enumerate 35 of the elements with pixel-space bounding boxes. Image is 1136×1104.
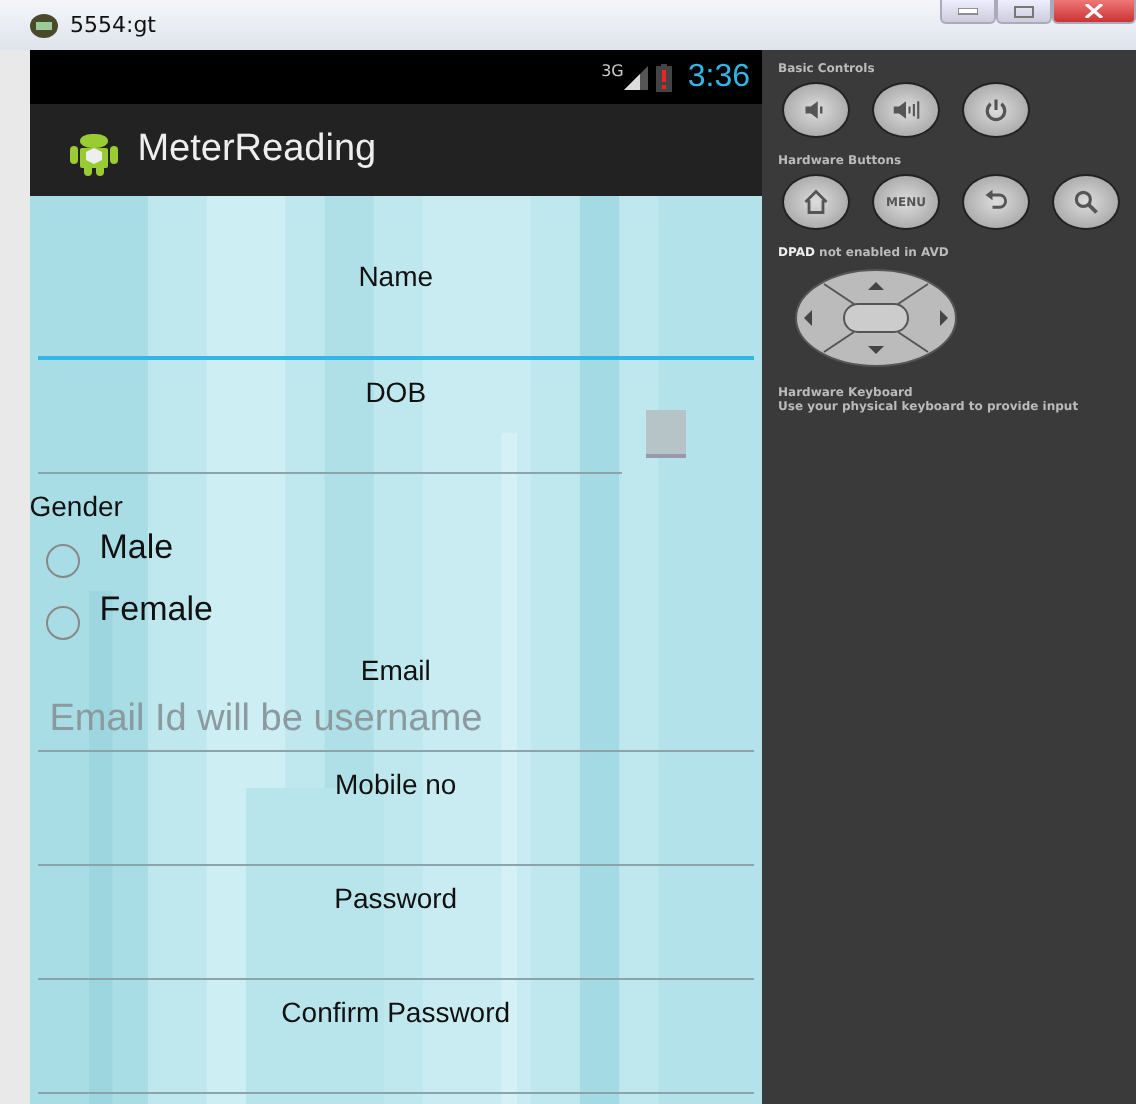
group-label: Gender xyxy=(29,490,123,522)
radio-label: Male xyxy=(99,527,174,567)
volume-down-button[interactable] xyxy=(782,82,850,138)
input-field[interactable]: Email Id will be username xyxy=(37,690,754,752)
volume-up-button[interactable] xyxy=(872,82,940,138)
search-button[interactable] xyxy=(1052,174,1120,230)
field-label: Password xyxy=(334,880,458,918)
network-type: 3G xyxy=(601,62,624,80)
radio-button[interactable] xyxy=(45,606,80,640)
field-label: Name xyxy=(358,258,434,296)
radio-label: Female xyxy=(99,589,213,629)
field-label: Confirm Password xyxy=(281,994,511,1032)
back-button[interactable] xyxy=(962,174,1030,230)
power-button[interactable] xyxy=(962,82,1030,138)
minimize-button[interactable] xyxy=(940,0,996,24)
close-button[interactable] xyxy=(1052,0,1136,24)
volume-up-icon xyxy=(892,96,920,124)
search-icon xyxy=(1072,188,1100,216)
home-button[interactable] xyxy=(782,174,850,230)
field-label: DOB xyxy=(365,374,427,412)
home-icon xyxy=(802,188,830,216)
clock: 3:36 xyxy=(687,59,750,95)
close-icon xyxy=(1084,4,1104,18)
app-title: MeterReading xyxy=(137,128,377,172)
radio-button[interactable] xyxy=(45,544,80,578)
window-title: 5554:gt xyxy=(70,12,156,38)
minimize-icon xyxy=(958,7,978,15)
emulator-icon xyxy=(30,13,58,37)
date-picker-button[interactable] xyxy=(645,409,686,457)
maximize-button[interactable] xyxy=(996,0,1052,24)
signal-icon xyxy=(623,65,648,89)
maximize-icon xyxy=(1014,5,1034,17)
power-icon xyxy=(982,96,1010,124)
field-label: Mobile no xyxy=(335,766,457,804)
field-label: Email xyxy=(360,652,431,690)
